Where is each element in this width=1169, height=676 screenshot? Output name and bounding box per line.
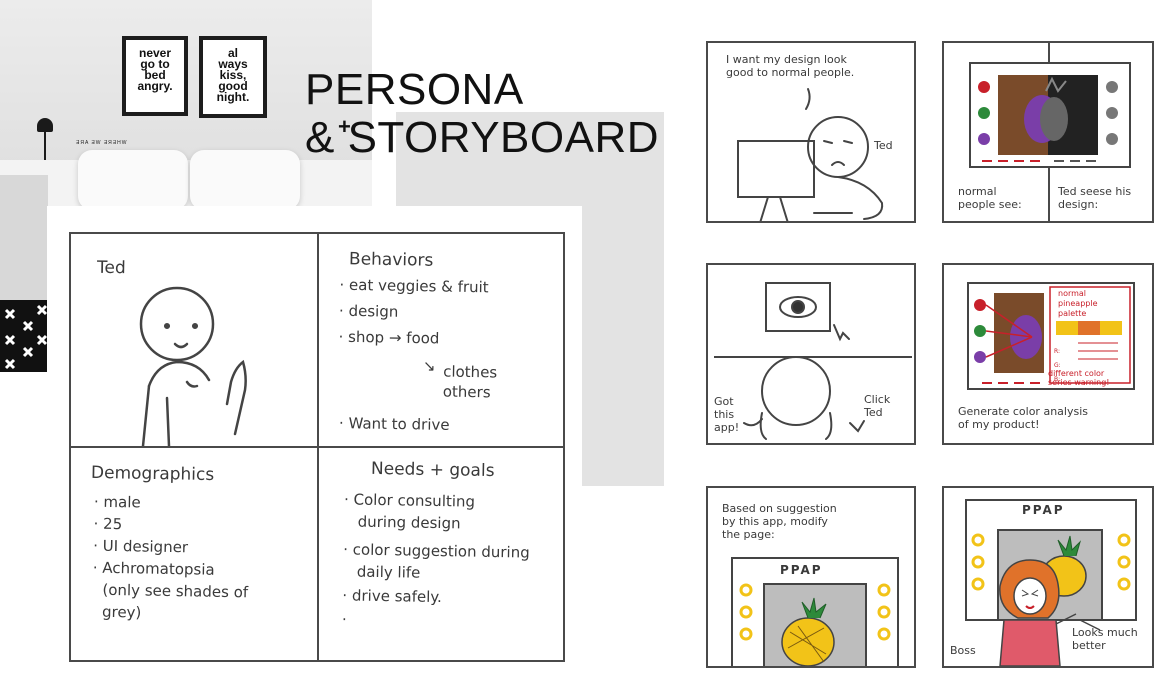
panel-2-right-caption: Ted seese his design: [1058, 185, 1132, 211]
need-item: · color suggestion during [343, 540, 530, 562]
panel-4-caption: Generate color analysis of my product! [958, 405, 1088, 431]
need-item-empty: · [341, 610, 347, 629]
storyboard-panel-4: normal pineapple palette R: G: B: differ… [942, 263, 1154, 445]
panel-6-right-caption: Looks much better [1072, 626, 1138, 652]
panel-3-left-caption: Got this app! [714, 395, 740, 434]
title-line-1: PERSONA [305, 65, 524, 114]
rgb-row-r: R: [1054, 348, 1061, 355]
panel-2-drawing [969, 62, 1131, 168]
panel-4-warning-label: different color series warning! [1048, 369, 1110, 387]
page-title: PERSONA & STORYBOARD [305, 66, 659, 162]
behaviors-list: · eat veggies & fruit · design · shop → … [338, 275, 488, 350]
demographics-list: · male · 25 · UI designer · Achromatopsi… [92, 491, 250, 626]
panel-1-caption: I want my design look good to normal peo… [726, 53, 855, 79]
patterned-blanket [0, 300, 48, 372]
storyboard-panel-5: Based on suggestion by this app, modify … [706, 486, 916, 668]
storyboard-panel-6: PPAP Boss Looks much better [942, 486, 1154, 668]
pillow-left [78, 150, 188, 210]
demographic-item: · UI designer [93, 536, 189, 557]
need-item: daily life [356, 562, 421, 582]
panel-5-screen-title: PPAP [780, 563, 823, 577]
title-line-2: & STORYBOARD [305, 113, 660, 162]
poster-right: al ways kiss, good night. [199, 36, 267, 118]
demographic-item: · Achromatopsia [92, 558, 215, 579]
need-item: · Color consulting [343, 490, 476, 511]
persona-name: Ted [96, 257, 126, 279]
demographic-item: · 25 [93, 514, 123, 534]
persona-avatar [139, 286, 247, 446]
poster-left: never go to bed angry. [122, 36, 188, 116]
grid-divider-horizontal [71, 446, 565, 448]
panel-2-left-caption: normal people see: [958, 185, 1022, 211]
shop-arrows-icon: ↘ [422, 356, 436, 376]
poster-left-text: never go to bed angry. [137, 46, 173, 93]
rgb-row-g: G: [1054, 362, 1061, 369]
storyboard-panel-3: Got this app! Click Ted [706, 263, 916, 445]
demographics-title: Demographics [90, 462, 215, 486]
shelf-letters: ƎЯA ƎW ƎЯƎHW [76, 140, 128, 146]
panel-5-caption: Based on suggestion by this app, modify … [722, 502, 837, 541]
storyboard-panel-1: I want my design look good to normal peo… [706, 41, 916, 223]
panel-3-right-caption: Click Ted [864, 393, 891, 419]
panel-6-left-caption: Boss [950, 644, 976, 657]
shop-target-clothes: clothes [443, 362, 498, 382]
need-item: during design [357, 512, 461, 533]
behavior-item: · eat veggies & fruit [339, 275, 489, 297]
behavior-item: · shop → food [338, 327, 440, 348]
panel-1-drawing [737, 88, 884, 221]
needs-title: Needs + goals [370, 458, 495, 482]
shop-target-food: food [406, 328, 440, 348]
panel-1-name: Ted [874, 139, 893, 152]
panel-6-screen-title: PPAP [1022, 503, 1065, 517]
plus-icon: + [338, 114, 351, 139]
demographic-item: (only see shades of [102, 580, 249, 602]
poster-right-text: al ways kiss, good night. [216, 46, 250, 104]
need-item: · drive safely. [342, 586, 442, 607]
panel-4-palette-label: normal pineapple palette [1058, 289, 1098, 318]
shop-target-others: others [442, 382, 491, 402]
arrow-icon: → [388, 328, 402, 347]
shop-targets: clothes others [443, 362, 498, 403]
grid-divider-vertical [317, 234, 319, 662]
storyboard-panel-2: normal people see: Ted seese his design: [942, 41, 1154, 223]
pillow-right [190, 150, 300, 210]
behaviors-title: Behaviors [348, 249, 434, 271]
persona-grid: Ted Behaviors · eat veggies & fruit · de… [69, 232, 565, 662]
cross-pattern [4, 304, 48, 370]
behavior-item: · design [338, 301, 399, 321]
behavior-item: · Want to drive [338, 414, 450, 434]
needs-list: · Color consulting during design · color… [342, 488, 531, 633]
demographic-item: grey) [101, 602, 142, 622]
demographic-item: · male [93, 492, 141, 512]
